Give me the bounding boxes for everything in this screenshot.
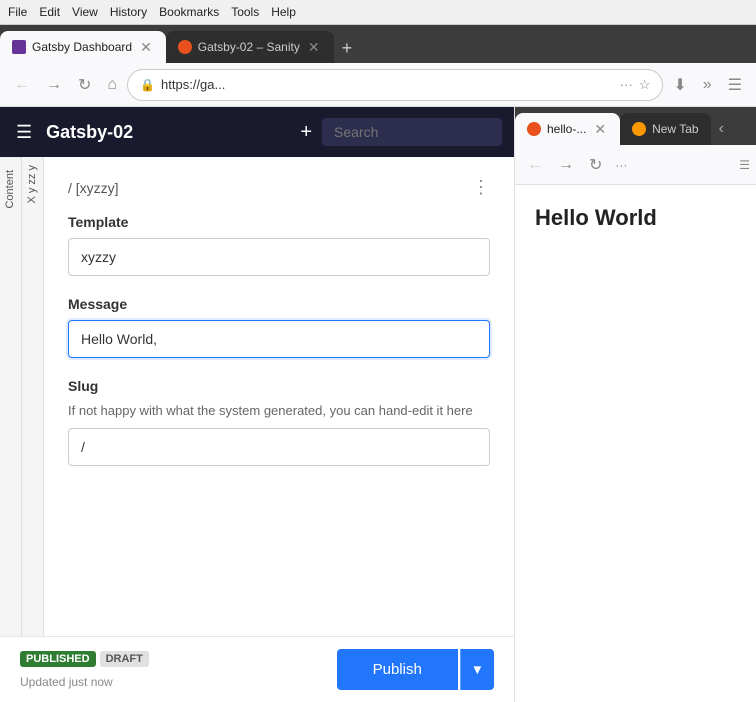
template-input[interactable] [68,238,490,276]
tab-close-sanity[interactable]: ✕ [306,37,322,58]
sanity-site-title: Gatsby-02 [46,122,290,143]
right-reload-button[interactable]: ↻ [583,151,608,179]
publish-dropdown-button[interactable]: ▼ [460,649,494,690]
tab-new[interactable]: New Tab [620,113,710,145]
download-icon[interactable]: ⬇ [667,71,692,99]
bookmark-icon[interactable]: ☆ [639,77,651,93]
tab-arrow-left[interactable]: ‹ [711,116,732,142]
address-text: https://ga... [161,77,614,92]
right-back-button[interactable]: ← [521,152,549,178]
template-label: Template [68,214,490,230]
right-nav-bar: ← → ↻ ··· ☰ [515,145,756,185]
search-input[interactable] [322,118,502,146]
menu-file[interactable]: File [8,5,27,19]
xyz-label: X y zz y [22,157,43,212]
slug-description: If not happy with what the system genera… [68,402,490,420]
tab-favicon-new [632,122,646,136]
template-field-group: Template [68,214,490,276]
published-badge: PUBLISHED [20,651,96,667]
slug-input[interactable] [68,428,490,466]
tab-title-new: New Tab [652,122,698,136]
sanity-panel: ☰ Gatsby-02 + Content X y zz y / [xyzzy]… [0,107,515,702]
nav-bar: ← → ↻ ⌂ 🔒 https://ga... ··· ☆ ⬇ » ☰ [0,63,756,107]
menu-icon[interactable]: ☰ [722,71,748,99]
browser-menu-bar: File Edit View History Bookmarks Tools H… [0,0,756,25]
footer-left: PUBLISHED DRAFT Updated just now [20,651,149,689]
footer-actions: Publish ▼ [337,649,494,690]
reload-button[interactable]: ↻ [72,71,97,99]
tab-gatsby-dashboard[interactable]: Gatsby Dashboard ✕ [0,31,166,63]
tab-title-sanity: Gatsby-02 – Sanity [198,40,300,54]
lock-icon: 🔒 [140,78,155,92]
breadcrumb: / [xyzzy] ⋮ [68,177,490,198]
sanity-header: ☰ Gatsby-02 + [0,107,514,157]
address-more[interactable]: ··· [620,77,633,92]
breadcrumb-path: / [xyzzy] [68,180,119,196]
forward-button[interactable]: → [40,72,68,98]
menu-help[interactable]: Help [271,5,296,19]
back-button[interactable]: ← [8,72,36,98]
tab-sanity[interactable]: Gatsby-02 – Sanity ✕ [166,31,334,63]
tab-hello[interactable]: hello-... ✕ [515,113,620,145]
more-icon[interactable]: » [697,72,718,98]
preview-heading: Hello World [535,205,657,230]
tab-title-hello: hello-... [547,122,586,136]
publish-button[interactable]: Publish [337,649,458,690]
xyz-tab: X y zz y [22,157,44,636]
tab-close-hello[interactable]: ✕ [592,119,608,140]
menu-edit[interactable]: Edit [39,5,60,19]
tab-favicon-gatsby [12,40,26,54]
right-address: ··· [611,158,736,172]
message-field-group: Message [68,296,490,358]
message-label: Message [68,296,490,312]
sanity-body: Content X y zz y / [xyzzy] ⋮ Template [0,157,514,636]
tab-favicon-sanity [178,40,192,54]
updated-timestamp: Updated just now [20,675,113,689]
right-tab-bar: hello-... ✕ New Tab ‹ [515,107,756,145]
menu-history[interactable]: History [110,5,147,19]
address-bar[interactable]: 🔒 https://ga... ··· ☆ [127,69,663,101]
right-menu[interactable]: ☰ [739,158,750,172]
draft-badge: DRAFT [100,651,149,667]
new-tab-button[interactable]: + [334,34,361,63]
slug-label: Slug [68,378,490,394]
right-forward-button[interactable]: → [552,152,580,178]
status-badges: PUBLISHED DRAFT [20,651,149,667]
hamburger-menu[interactable]: ☰ [12,118,36,147]
menu-view[interactable]: View [72,5,98,19]
preview-content: Hello World [515,185,756,702]
message-input[interactable] [68,320,490,358]
tab-close-gatsby[interactable]: ✕ [138,37,154,58]
add-document-button[interactable]: + [300,121,312,144]
split-view: ☰ Gatsby-02 + Content X y zz y / [xyzzy]… [0,107,756,702]
menu-bookmarks[interactable]: Bookmarks [159,5,219,19]
more-options-button[interactable]: ⋮ [472,177,490,198]
tab-bar: Gatsby Dashboard ✕ Gatsby-02 – Sanity ✕ … [0,25,756,63]
tab-title-gatsby: Gatsby Dashboard [32,40,132,54]
slug-field-group: Slug If not happy with what the system g… [68,378,490,466]
side-tabs: Content [0,157,22,636]
sidebar-item-content[interactable]: Content [0,157,21,221]
tab-favicon-hello [527,122,541,136]
document-editor: / [xyzzy] ⋮ Template Message Slug If not… [44,157,514,636]
preview-panel: hello-... ✕ New Tab ‹ ← → ↻ ··· ☰ Hello … [515,107,756,702]
home-button[interactable]: ⌂ [101,72,123,98]
document-footer: PUBLISHED DRAFT Updated just now Publish… [0,636,514,702]
menu-tools[interactable]: Tools [231,5,259,19]
